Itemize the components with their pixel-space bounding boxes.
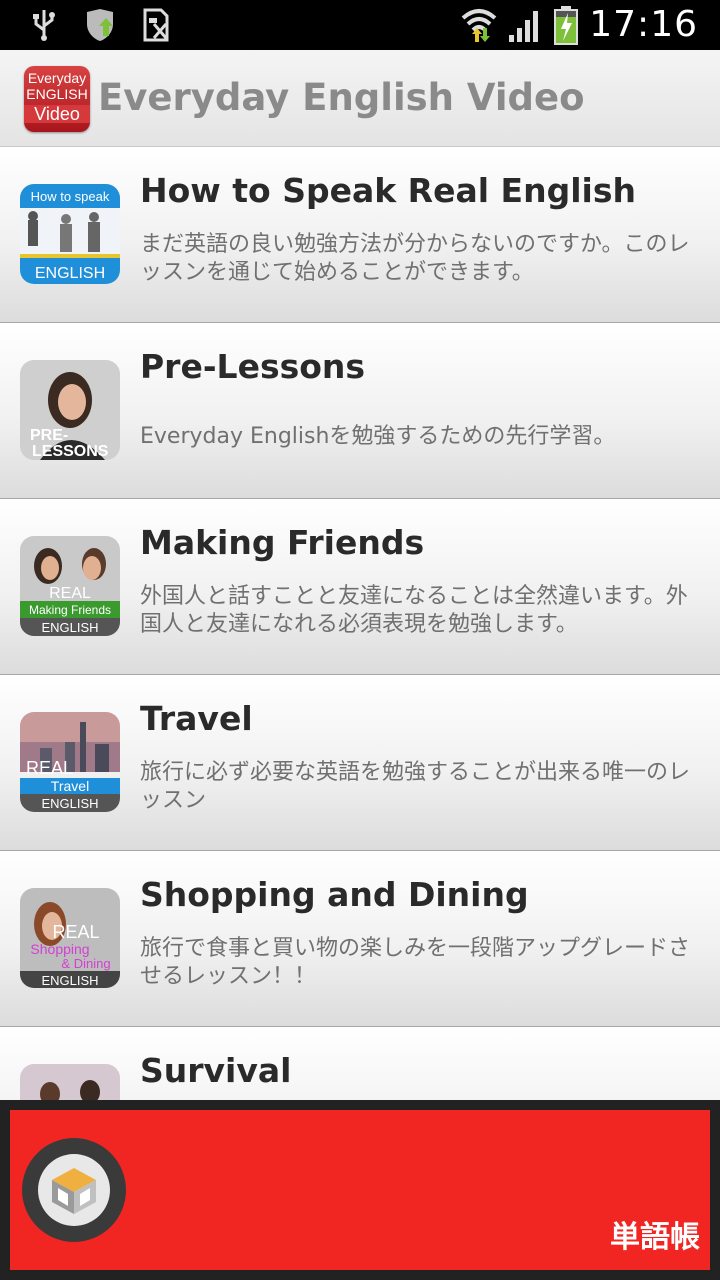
vocabulary-app-logo-icon [22,1138,126,1242]
signal-icon [509,10,539,42]
sim-card-icon [143,8,169,42]
thumb-text-english: ENGLISH [41,620,98,635]
thumb-text-top: PRE- [30,427,68,444]
logo-line-2: ENGLISH [26,86,88,102]
lesson-title: Pre-Lessons [140,347,366,386]
thumb-text-topic-1: Shopping [30,941,89,957]
thumb-text-real: REAL [52,922,99,942]
thumb-text-english: ENGLISH [41,973,98,988]
lesson-thumbnail: REAL Shopping & Dining ENGLISH [20,888,120,988]
lesson-title: Shopping and Dining [140,875,529,914]
app-title: Everyday English Video [98,76,585,119]
thumb-text-topic: Making Friends [29,603,111,617]
thumb-text-bottom: ENGLISH [35,265,105,282]
lesson-item-making-friends[interactable]: REAL Making Friends ENGLISH Making Frien… [0,499,720,675]
app-logo[interactable]: Everyday ENGLISH Video [24,66,90,132]
cube-logo-icon [52,1168,96,1214]
ad-label: 単語帳 [610,1220,700,1255]
thumb-text-topic-2: & Dining [61,956,110,971]
lesson-description: まだ英語の良い勉強方法が分からないのですか。このレッスンを通じて始めることができ… [140,232,690,285]
lesson-title: Travel [140,699,253,738]
logo-line-3: Video [24,105,90,123]
ad-banner-body[interactable]: 単語帳 [10,1110,710,1270]
logo-line-1: Everyday [27,70,87,86]
lesson-thumbnail: How to speak ENGLISH [20,184,120,284]
lesson-thumbnail: REAL Travel ENGLISH [20,712,120,812]
usb-icon [33,10,55,41]
lesson-list: How to speak ENGLISH How to Speak Real E… [0,147,720,1203]
lesson-thumbnail: PRE- LESSONS [20,360,120,460]
lesson-item-shopping-dining[interactable]: REAL Shopping & Dining ENGLISH Shopping … [0,851,720,1027]
lesson-item-pre-lessons[interactable]: PRE- LESSONS Pre-Lessons Everyday Englis… [0,323,720,499]
ad-banner[interactable]: 単語帳 [0,1100,720,1280]
thumb-text-topic: Travel [51,778,89,794]
wifi-icon [461,8,497,42]
action-bar: Everyday ENGLISH Video Everyday English … [0,50,720,147]
clock: 17:16 [589,4,698,45]
lesson-item-travel[interactable]: REAL Travel ENGLISH Travel 旅行に必ず必要な英語を勉強… [0,675,720,851]
status-bar: 17:16 [0,0,720,50]
thumb-text-english: ENGLISH [41,796,98,811]
lesson-description: 旅行で食事と買い物の楽しみを一段階アップグレードさせるレッスン！！ [140,936,691,989]
thumb-text-real: REAL [49,585,91,602]
lesson-title: Making Friends [140,523,425,562]
battery-charging-icon [554,5,579,45]
lesson-title: How to Speak Real English [140,171,636,210]
lesson-description: 旅行に必ず必要な英語を勉強することが出来る唯一のレッスン [140,760,691,813]
lesson-item-how-to-speak[interactable]: How to speak ENGLISH How to Speak Real E… [0,147,720,323]
lesson-description: 外国人と話すことと友達になることは全然違います。外国人と友達になれる必須表現を勉… [140,584,688,637]
thumb-text-top: How to speak [31,189,110,204]
lesson-thumbnail: REAL Making Friends ENGLISH [20,536,120,636]
shield-update-icon [87,9,113,41]
lesson-title: Survival [140,1051,292,1090]
thumb-text-bottom: LESSONS [32,443,109,460]
thumb-text-real: REAL [26,758,73,778]
lesson-description: Everyday Englishを勉強するための先行学習。 [140,424,616,449]
